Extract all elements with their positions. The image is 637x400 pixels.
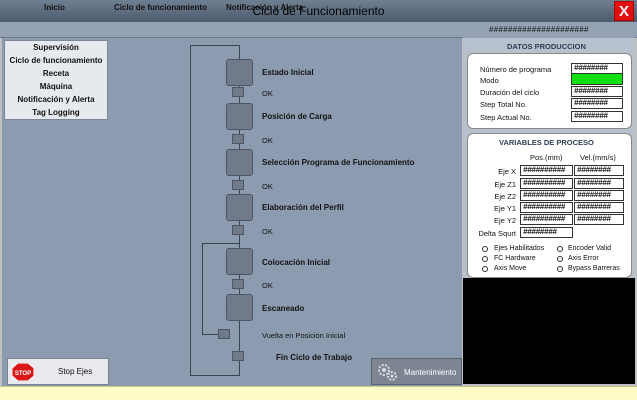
column-vel-header: Vel.(mm/s) (580, 153, 616, 162)
step-box-posicion-carga (226, 103, 253, 130)
axis-label-z1: Eje Z1 (494, 180, 516, 189)
flow-loop-line-bottom (190, 375, 240, 376)
axis-vel-x: ######## (574, 165, 624, 176)
column-pos-header: Pos.(mm) (530, 153, 563, 162)
transition-ok-3: OK (262, 182, 273, 191)
produccion-title: DATOS PRODUCCION (507, 42, 586, 51)
stop-icon-text: STOP (15, 371, 31, 377)
stop-axes-button[interactable]: STOP Stop Ejes (7, 358, 109, 385)
status-label-fc-hardware: FC Hardware (494, 255, 536, 262)
status-radio-bypass-barreras (557, 266, 563, 272)
menu-notificacion-alerta[interactable]: Notificación y Alerta (226, 3, 303, 12)
axis-label-z2: Eje Z2 (494, 192, 516, 201)
value-duracion-ciclo: ######## (571, 86, 623, 97)
maintenance-label: Mantenimiento (404, 368, 457, 377)
transition-ok-5: OK (262, 281, 273, 290)
step-box-colocacion-inicial (226, 248, 253, 275)
nav-item-tag-logging[interactable]: Tag Logging (5, 108, 107, 117)
camera-view-area (463, 278, 635, 384)
axis-label-y1: Eje Y1 (494, 204, 516, 213)
maintenance-button[interactable]: Mantenimiento (371, 358, 462, 385)
status-label-bypass-barreras: Bypass Barreras (568, 265, 620, 272)
axis-vel-z2: ######## (574, 190, 624, 201)
navigation-menu: Supervisión Ciclo de funcionamiento Rece… (4, 40, 108, 120)
flow-loop-line-top (190, 45, 240, 46)
nav-item-supervision[interactable]: Supervisión (5, 43, 107, 52)
status-label-axis-move: Axis Move (494, 265, 527, 272)
status-radio-encoder-valid (557, 246, 563, 252)
transition-box-2 (232, 134, 244, 144)
label-step-total: Step Total No. (480, 100, 527, 109)
mode-indicator (571, 73, 623, 85)
step-label-escaneado: Escaneado (262, 304, 305, 313)
status-radio-ejes-habilitados (482, 246, 488, 252)
end-label: Fin Ciclo de Trabajo (276, 353, 353, 362)
status-label-ejes-habilitados: Ejes Habilitados (494, 245, 545, 252)
transition-ok-4: OK (262, 227, 273, 236)
transition-box-1 (232, 87, 244, 97)
return-label: Vuelta en Posición Inicial (262, 331, 346, 340)
flow-return-line-top (202, 243, 239, 244)
close-button[interactable]: X (614, 1, 634, 21)
nav-item-ciclo-funcionamiento[interactable]: Ciclo de funcionamiento (5, 56, 107, 65)
axis-pos-z2: ########## (520, 190, 573, 201)
axis-label-x: Eje X (498, 167, 516, 176)
step-box-escaneado (226, 294, 253, 321)
status-radio-fc-hardware (482, 256, 488, 262)
status-label-axis-error: Axis Error (568, 255, 599, 262)
axis-vel-z1: ######## (574, 178, 624, 189)
axis-vel-y2: ######## (574, 214, 624, 225)
transition-ok-2: OK (262, 136, 273, 145)
step-label-seleccion-programa: Selección Programa de Funcionamiento (262, 158, 415, 167)
nav-item-receta[interactable]: Receta (5, 69, 107, 78)
step-box-elaboracion-perfil (226, 194, 253, 221)
delta-squrt-value: ######## (520, 227, 573, 238)
transition-box-return (218, 329, 230, 339)
step-box-seleccion-programa (226, 149, 253, 176)
label-modo: Modo (480, 76, 499, 85)
axis-pos-z1: ########## (520, 178, 573, 189)
label-duracion-ciclo: Duración del ciclo (480, 88, 540, 97)
transition-ok-1: OK (262, 89, 273, 98)
status-label-encoder-valid: Encoder Valid (568, 245, 612, 252)
label-numero-programa: Número de programa (480, 65, 552, 74)
axis-pos-y2: ########## (520, 214, 573, 225)
menu-inicio[interactable]: Inicio (44, 3, 65, 12)
step-label-estado-inicial: Estado Inicial (262, 68, 314, 77)
nav-item-maquina[interactable]: Máquina (5, 82, 107, 91)
flow-return-line (202, 243, 203, 335)
flow-loop-line-left (190, 45, 191, 376)
stop-sign-icon: STOP (12, 363, 34, 381)
alarm-status-bar (0, 386, 637, 400)
axis-pos-y1: ########## (520, 202, 573, 213)
nav-item-notificacion-alerta[interactable]: Notificación y Alerta (5, 95, 107, 104)
stop-axes-label: Stop Ejes (58, 367, 93, 376)
transition-box-5 (232, 279, 244, 289)
axis-label-y2: Eje Y2 (494, 216, 516, 225)
window-title: Ciclo de Funcionamiento (252, 4, 385, 18)
axis-vel-y1: ######## (574, 202, 624, 213)
axis-pos-x: ########## (520, 165, 573, 176)
step-label-elaboracion-perfil: Elaboración del Perfil (262, 203, 344, 212)
proceso-title: VARIABLES DE PROCESO (499, 138, 594, 147)
label-step-actual: Step Actual No. (480, 113, 532, 122)
step-box-estado-inicial (226, 59, 253, 86)
transition-box-3 (232, 180, 244, 190)
value-step-actual: ######## (571, 111, 623, 122)
step-label-posicion-carga: Posición de Carga (262, 112, 332, 121)
status-radio-axis-error (557, 256, 563, 262)
delta-squrt-label: Delta Squrt (478, 229, 516, 238)
status-hash-display: ##################### (489, 25, 589, 34)
gears-icon (378, 364, 397, 381)
transition-box-end (232, 351, 244, 361)
status-radio-axis-move (482, 266, 488, 272)
value-step-total: ######## (571, 98, 623, 109)
transition-box-4 (232, 225, 244, 235)
menu-ciclo-funcionamiento[interactable]: Ciclo de funcionamiento (114, 3, 207, 12)
step-label-colocacion-inicial: Colocación Inicial (262, 258, 331, 267)
